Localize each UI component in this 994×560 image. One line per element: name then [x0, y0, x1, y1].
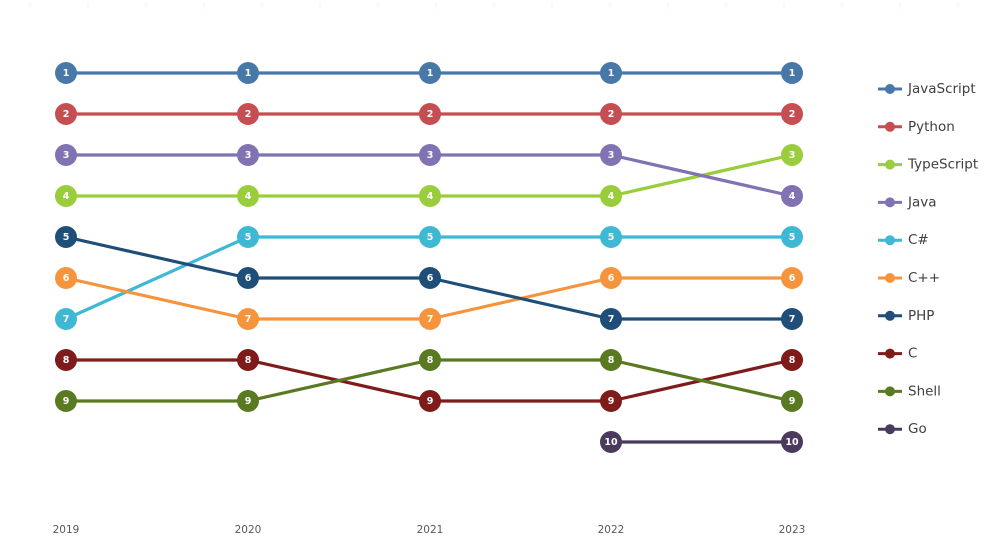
data-point-marker-python[interactable] [419, 103, 441, 125]
data-point-marker-python[interactable] [55, 103, 77, 125]
bump-chart-container: 1111122222444433333475555677665667788998… [0, 0, 994, 560]
legend-item-php[interactable]: PHP [878, 308, 934, 324]
legend-label-text: PHP [908, 308, 934, 324]
chart-legend: JavaScript Python TypeScript Java C# C++ PHP C S… [878, 81, 978, 437]
legend-marker-icon [885, 197, 895, 208]
data-point-marker-c[interactable] [419, 390, 441, 412]
data-point-marker-python[interactable] [237, 103, 259, 125]
data-point-marker-c-[interactable] [781, 267, 803, 289]
data-point-marker-typescript[interactable] [419, 185, 441, 207]
data-point-marker-go[interactable] [600, 431, 622, 453]
data-point-marker-shell[interactable] [600, 349, 622, 371]
data-point-marker-typescript[interactable] [600, 185, 622, 207]
data-point-marker-java[interactable] [419, 144, 441, 166]
data-point-marker-java[interactable] [55, 144, 77, 166]
legend-item-typescript[interactable]: TypeScript [878, 157, 978, 173]
series-line-segment-c- [64, 235, 250, 321]
data-point-marker-c[interactable] [781, 349, 803, 371]
legend-item-java[interactable]: Java [878, 194, 937, 210]
x-axis-tick-label: 2019 [53, 524, 80, 536]
data-point-marker-c-[interactable] [237, 226, 259, 248]
data-point-marker-shell[interactable] [419, 349, 441, 371]
data-point-marker-java[interactable] [600, 144, 622, 166]
data-point-marker-java[interactable] [237, 144, 259, 166]
data-point-marker-javascript[interactable] [237, 62, 259, 84]
data-point-marker-shell[interactable] [55, 390, 77, 412]
data-point-marker-php[interactable] [419, 267, 441, 289]
data-point-marker-typescript[interactable] [781, 144, 803, 166]
legend-label-text: Go [908, 421, 927, 437]
data-point-marker-c-[interactable] [55, 308, 77, 330]
legend-marker-icon [885, 386, 895, 397]
legend-label-text: C [908, 346, 917, 362]
legend-marker-icon [885, 310, 895, 321]
data-point-marker-c-[interactable] [237, 308, 259, 330]
bump-chart-svg: 1 1 1 1 12 2 2 2 24 4 4 433 3 3 3475 5 5 567 76 656 67 78 89 98… [29, 2, 978, 536]
data-point-marker-javascript[interactable] [419, 62, 441, 84]
legend-label-text: TypeScript [907, 157, 978, 173]
data-point-marker-c-[interactable] [600, 267, 622, 289]
data-point-marker-javascript[interactable] [600, 62, 622, 84]
legend-item-c[interactable]: C++ [878, 270, 940, 286]
legend-item-python[interactable]: Python [878, 119, 955, 135]
data-point-marker-c-[interactable] [781, 226, 803, 248]
series-markers-group: 1 1 1 1 12 2 2 2 24 4 4 433 3 3 3475 5 5 567 76 656 67 78 89 98… [55, 62, 803, 453]
data-point-marker-java[interactable] [781, 185, 803, 207]
data-point-marker-javascript[interactable] [55, 62, 77, 84]
x-axis-labels-group: 2019 2020 2021 2022 2023 [53, 524, 806, 536]
legend-label-text: Java [907, 194, 937, 210]
data-point-marker-python[interactable] [781, 103, 803, 125]
data-point-marker-php[interactable] [55, 226, 77, 248]
legend-item-go[interactable]: Go [878, 421, 927, 437]
x-axis-tick-label: 2021 [417, 524, 444, 536]
data-point-marker-php[interactable] [237, 267, 259, 289]
legend-marker-icon [885, 159, 895, 170]
legend-marker-icon [885, 424, 895, 435]
series-line-segment-php [64, 235, 250, 280]
data-point-marker-c[interactable] [600, 390, 622, 412]
data-point-marker-c-[interactable] [55, 267, 77, 289]
legend-marker-icon [885, 84, 895, 94]
data-point-marker-c[interactable] [55, 349, 77, 371]
legend-item-c[interactable]: C [878, 346, 917, 362]
data-point-marker-javascript[interactable] [781, 62, 803, 84]
data-point-marker-c-[interactable] [600, 226, 622, 248]
x-axis-tick-label: 2020 [235, 524, 262, 536]
data-point-marker-typescript[interactable] [55, 185, 77, 207]
legend-label-text: Python [908, 119, 955, 135]
legend-label-text: C# [908, 232, 929, 248]
legend-item-c[interactable]: C# [878, 232, 929, 248]
data-point-marker-c-[interactable] [419, 308, 441, 330]
legend-marker-icon [885, 235, 895, 246]
data-point-marker-go[interactable] [781, 431, 803, 453]
legend-marker-icon [885, 121, 895, 132]
series-lines-group [64, 71, 794, 444]
data-point-marker-shell[interactable] [237, 390, 259, 412]
data-point-marker-c-[interactable] [419, 226, 441, 248]
x-axis-tick-label: 2022 [598, 524, 625, 536]
top-tick-marks [29, 2, 959, 9]
legend-label-text: Shell [908, 383, 941, 399]
legend-item-javascript[interactable]: JavaScript [878, 81, 976, 97]
data-point-marker-php[interactable] [600, 308, 622, 330]
legend-item-shell[interactable]: Shell [878, 383, 941, 399]
legend-marker-icon [885, 348, 895, 359]
data-point-marker-typescript[interactable] [237, 185, 259, 207]
data-point-marker-php[interactable] [781, 308, 803, 330]
data-point-marker-python[interactable] [600, 103, 622, 125]
x-axis-tick-label: 2023 [779, 524, 806, 536]
legend-label-text: JavaScript [907, 81, 976, 97]
data-point-marker-c[interactable] [237, 349, 259, 371]
series-line-segment-c- [64, 276, 250, 321]
data-point-marker-shell[interactable] [781, 390, 803, 412]
legend-marker-icon [885, 273, 895, 283]
legend-label-text: C++ [908, 270, 940, 286]
